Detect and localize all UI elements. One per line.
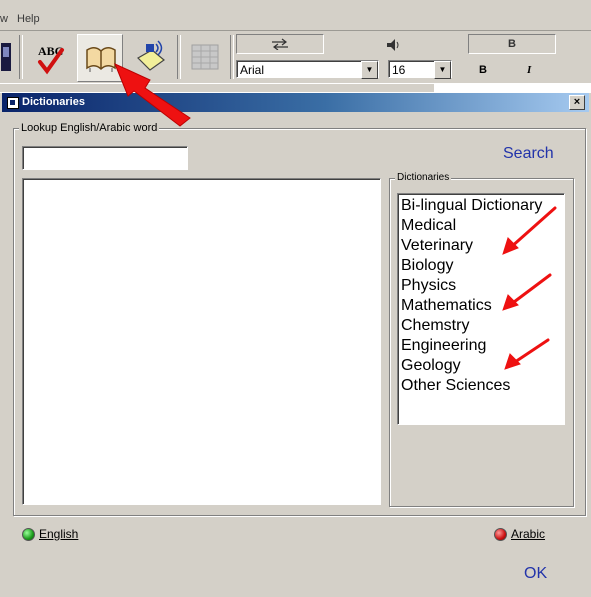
annotation-arrow-icon bbox=[510, 338, 550, 366]
annotation-arrow-icon bbox=[114, 63, 191, 127]
annotation-arrows bbox=[114, 63, 557, 370]
annotation-arrow-icon bbox=[508, 206, 557, 250]
annotation-arrow-icon bbox=[508, 273, 552, 307]
